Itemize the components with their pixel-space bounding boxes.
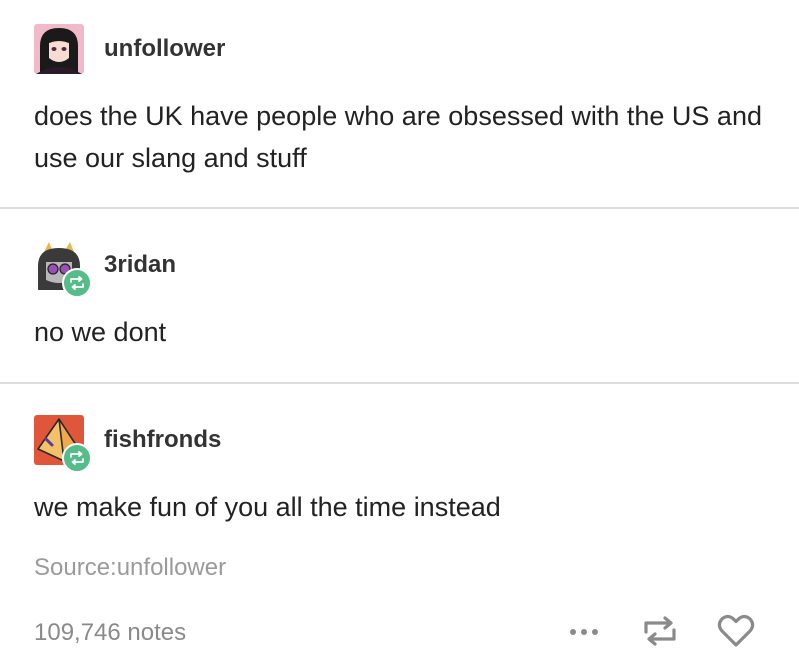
username-fishfronds[interactable]: fishfronds [104,426,221,454]
divider [0,207,799,209]
divider [0,382,799,384]
heart-icon[interactable] [714,608,758,652]
reblog-badge-icon [62,268,92,298]
post-text-3ridan: no we dont [34,317,167,347]
post-text-fishfronds: we make fun of you all the time instead [34,492,501,522]
reblog-badge-icon-glyph [70,276,84,290]
source-link[interactable]: Source:unfollower [34,554,226,582]
reblog-badge-icon-glyph [70,451,84,465]
heart-icon-glyph [717,614,755,647]
reblog-icon-glyph [644,616,676,646]
avatar-unfollower-image [34,24,84,74]
more-options-icon-glyph [570,629,598,635]
reblog-icon[interactable] [638,608,682,652]
username-3ridan[interactable]: 3ridan [104,251,176,279]
more-options-icon[interactable] [563,608,607,652]
avatar-unfollower[interactable] [34,24,84,74]
post-text-unfollower: does the UK have people who are obsessed… [34,101,762,173]
reblog-badge-icon [62,443,92,473]
notes-count[interactable]: 109,746 notes [34,619,186,647]
username-unfollower[interactable]: unfollower [104,35,225,63]
